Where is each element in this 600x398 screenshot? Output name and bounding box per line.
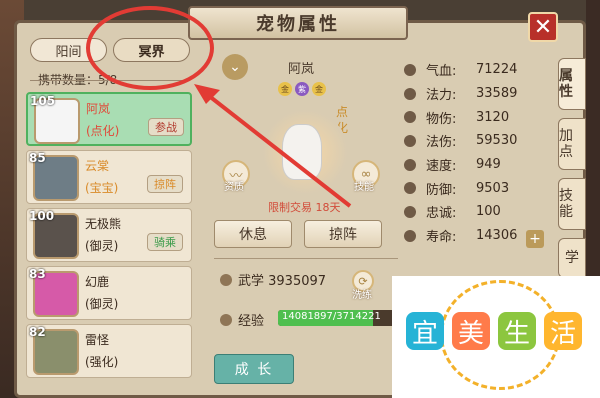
watermark-char: 活 bbox=[544, 312, 582, 350]
stat-icon bbox=[404, 134, 416, 147]
pet-name: 云棠 bbox=[85, 159, 110, 173]
stat-icon bbox=[404, 63, 416, 76]
pet-item[interactable]: 83 幻鹿 (御灵) bbox=[26, 266, 192, 320]
pet-level: 100 bbox=[29, 209, 55, 223]
exp-icon bbox=[220, 313, 232, 326]
stat-row: 物伤: 3120 bbox=[404, 105, 554, 129]
stat-value: 71224 bbox=[476, 62, 518, 78]
exp-bar: 14081897/3714221 bbox=[278, 310, 404, 326]
tab-learn[interactable]: 学 bbox=[558, 238, 586, 278]
stats-list: 气血: 71224 法力: 33589 物伤: 3120 法伤: 59530 速度: 94… bbox=[404, 58, 554, 248]
tab-skills[interactable]: 技能 bbox=[558, 178, 586, 230]
skill-label: 技能 bbox=[354, 182, 374, 193]
add-lifespan-button[interactable]: + bbox=[526, 230, 544, 248]
watermark-char: 生 bbox=[498, 312, 536, 350]
stat-icon bbox=[404, 158, 416, 171]
martial-value: 武学 3935097 bbox=[238, 274, 327, 289]
stat-row: 防御: 9503 bbox=[404, 176, 554, 200]
stat-label: 寿命: bbox=[426, 230, 457, 246]
stat-row: 法伤: 59530 bbox=[404, 129, 554, 153]
pet-level: 82 bbox=[29, 325, 46, 339]
martial-row: 武学 3935097 bbox=[220, 270, 326, 289]
close-icon: ✕ bbox=[533, 14, 553, 40]
pet-name: 幻鹿 bbox=[85, 275, 110, 289]
grow-button[interactable]: 成 长 bbox=[214, 354, 294, 384]
window-title: 宠物属性 bbox=[188, 6, 408, 40]
stat-row: 速度: 949 bbox=[404, 153, 554, 177]
pet-status-badge: 参战 bbox=[148, 118, 184, 136]
watermark-text: 宜 美 生 活 bbox=[406, 312, 582, 350]
stat-row: 法力: 33589 bbox=[404, 82, 554, 106]
star-icon: 金 bbox=[312, 82, 326, 96]
stat-value: 949 bbox=[476, 157, 501, 173]
watermark-char: 美 bbox=[452, 312, 490, 350]
stat-value: 59530 bbox=[476, 133, 518, 149]
pet-name: 无极熊 bbox=[85, 217, 122, 231]
stat-label: 物伤: bbox=[426, 111, 457, 127]
chevron-down-icon[interactable]: ⌄ bbox=[222, 54, 248, 80]
exp-value: 14081897/3714221 bbox=[282, 311, 381, 322]
pet-item[interactable]: 100 无极熊 (御灵) 骑乘 bbox=[26, 208, 192, 262]
stat-label: 气血: bbox=[426, 64, 457, 80]
star-icon: 紫 bbox=[295, 82, 309, 96]
tab-yangjian[interactable]: 阳间 bbox=[30, 38, 107, 62]
pet-item[interactable]: 85 云棠 (宝宝) 掠阵 bbox=[26, 150, 192, 204]
stat-value: 9503 bbox=[476, 180, 510, 196]
tab-add-points[interactable]: 加点 bbox=[558, 118, 586, 170]
world-tabs: 阳间 冥界 bbox=[30, 38, 190, 62]
pet-stars: 金 紫 金 bbox=[278, 82, 326, 96]
tab-mingjie[interactable]: 冥界 bbox=[113, 38, 190, 62]
stat-icon bbox=[404, 205, 416, 218]
stat-icon bbox=[404, 111, 416, 124]
pet-status-badge: 掠阵 bbox=[147, 175, 183, 193]
exp-label: 经验 bbox=[238, 314, 265, 329]
pet-item[interactable]: 82 雷怪 (强化) bbox=[26, 324, 192, 378]
stat-value: 14306 bbox=[476, 228, 518, 244]
stat-value: 33589 bbox=[476, 86, 518, 102]
pet-type: (强化) bbox=[85, 355, 119, 369]
pet-name: 雷怪 bbox=[85, 333, 110, 347]
divider bbox=[30, 80, 190, 81]
close-button[interactable]: ✕ bbox=[528, 12, 558, 42]
aptitude-label: 资质 bbox=[224, 182, 244, 193]
stat-icon bbox=[404, 182, 416, 195]
watermark-char: 宜 bbox=[406, 312, 444, 350]
stat-label: 速度: bbox=[426, 159, 457, 175]
pet-title: 阿岚 bbox=[288, 62, 315, 77]
stat-value: 3120 bbox=[476, 109, 510, 125]
pet-name: 阿岚 bbox=[86, 102, 111, 116]
pet-level: 83 bbox=[29, 267, 46, 281]
star-icon: 金 bbox=[278, 82, 292, 96]
pet-type: (御灵) bbox=[85, 297, 119, 311]
stat-label: 忠诚: bbox=[426, 206, 457, 222]
martial-icon bbox=[220, 273, 232, 286]
tab-attributes[interactable]: 属性 bbox=[558, 58, 586, 110]
stat-label: 防御: bbox=[426, 182, 457, 198]
pet-level: 85 bbox=[29, 151, 46, 165]
stat-label: 法伤: bbox=[426, 135, 457, 151]
trade-limit: 限制交易 18天 bbox=[268, 201, 341, 214]
pet-type: (御灵) bbox=[85, 239, 119, 253]
stat-row: 气血: 71224 bbox=[404, 58, 554, 82]
refine-label: 洗练 bbox=[352, 290, 372, 301]
exp-row: 经验 bbox=[220, 310, 264, 329]
pet-type: (宝宝) bbox=[85, 181, 119, 195]
rest-button[interactable]: 休息 bbox=[214, 220, 292, 248]
stat-row: 忠诚: 100 bbox=[404, 200, 554, 224]
stat-label: 法力: bbox=[426, 88, 457, 104]
lueze-button[interactable]: 掠阵 bbox=[304, 220, 382, 248]
pet-list: 105 阿岚 (点化) 参战 85 云棠 (宝宝) 掠阵 100 无极熊 (御灵… bbox=[26, 92, 192, 382]
stat-icon bbox=[404, 87, 416, 100]
pet-item[interactable]: 105 阿岚 (点化) 参战 bbox=[26, 92, 192, 146]
pet-type: (点化) bbox=[86, 124, 120, 138]
divider bbox=[214, 258, 398, 259]
stat-value: 100 bbox=[476, 204, 501, 220]
pet-status-badge: 骑乘 bbox=[147, 233, 183, 251]
pet-level: 105 bbox=[30, 94, 56, 108]
stat-icon bbox=[404, 229, 416, 242]
pet-model bbox=[282, 124, 322, 180]
